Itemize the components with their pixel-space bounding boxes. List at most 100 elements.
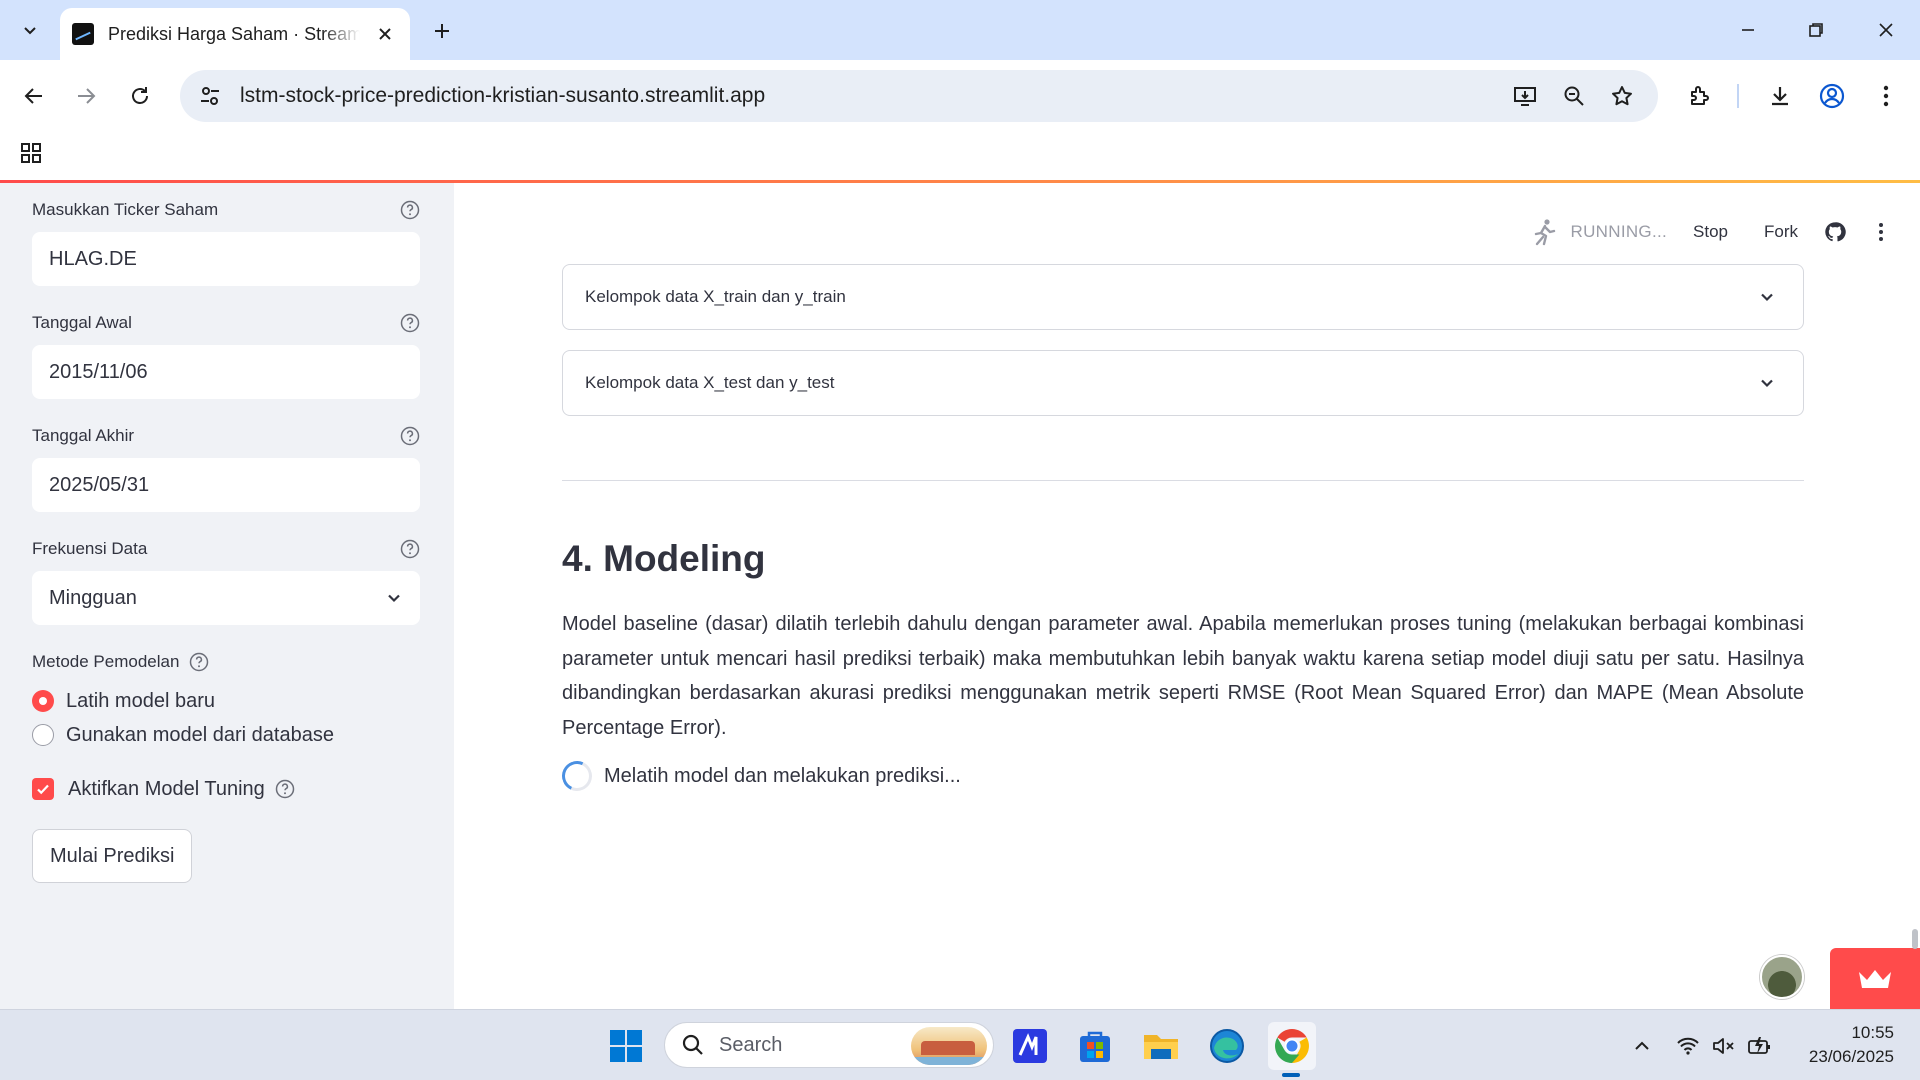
tune-icon	[201, 87, 219, 105]
method-field: Metode Pemodelan Latih model baru Gunaka…	[32, 650, 422, 752]
downloads-button[interactable]	[1760, 76, 1800, 116]
forward-button[interactable]	[66, 76, 106, 116]
battery-button[interactable]	[1746, 1032, 1774, 1060]
search-icon	[682, 1034, 703, 1055]
taskbar-app-editor[interactable]	[1006, 1022, 1054, 1070]
close-icon	[1879, 23, 1893, 37]
taskbar-app-chrome[interactable]	[1268, 1022, 1316, 1070]
chevron-down-icon	[1755, 285, 1779, 309]
tuning-checkbox[interactable]	[32, 778, 54, 800]
battery-charging-icon	[1748, 1037, 1770, 1054]
bookmark-button[interactable]	[1602, 76, 1642, 116]
site-info-button[interactable]	[188, 76, 232, 116]
clock-time: 10:55	[1851, 1023, 1894, 1042]
ticker-input[interactable]	[32, 232, 420, 286]
frequency-select[interactable]: Mingguan	[32, 571, 420, 625]
running-man-icon	[1534, 219, 1555, 246]
profile-button[interactable]	[1812, 76, 1852, 116]
star-icon	[1612, 86, 1632, 106]
frequency-selected-value: Mingguan	[49, 586, 137, 609]
install-desktop-icon	[1514, 87, 1536, 106]
store-icon	[1080, 1031, 1110, 1062]
end-date-input[interactable]	[32, 458, 420, 512]
address-bar[interactable]: lstm-stock-price-prediction-kristian-sus…	[180, 70, 1658, 122]
more-vert-icon	[1879, 223, 1883, 241]
apps-grid-icon	[21, 143, 41, 163]
toolbar-separator	[1737, 84, 1739, 108]
tab-search-button[interactable]	[10, 12, 50, 48]
download-icon	[1772, 87, 1788, 106]
crown-icon	[1859, 969, 1891, 988]
ticker-label: Masukkan Ticker Saham	[32, 200, 219, 219]
back-button[interactable]	[14, 76, 54, 116]
chevron-down-icon	[24, 27, 36, 35]
browser-menu-button[interactable]	[1866, 76, 1906, 116]
radio-button[interactable]	[32, 724, 54, 746]
plus-icon	[435, 24, 449, 38]
radio-option-new-model[interactable]: Latih model baru	[32, 684, 422, 718]
browser-toolbar: lstm-stock-price-prediction-kristian-sus…	[0, 60, 1920, 128]
frequency-field: Frekuensi Data Mingguan	[32, 537, 422, 625]
close-icon	[379, 28, 391, 40]
stop-button[interactable]: Stop	[1693, 222, 1728, 242]
taskbar-clock[interactable]: 10:55 23/06/2025	[1809, 1021, 1894, 1069]
reload-icon	[132, 87, 148, 104]
install-app-button[interactable]	[1505, 76, 1545, 116]
scrollbar[interactable]	[1912, 929, 1918, 949]
active-app-indicator	[1282, 1073, 1300, 1077]
radio-label: Latih model baru	[66, 689, 215, 712]
help-icon[interactable]	[398, 311, 422, 335]
restore-icon	[1809, 23, 1823, 37]
restore-button[interactable]	[1788, 8, 1844, 52]
radio-option-database-model[interactable]: Gunakan model dari database	[32, 718, 422, 752]
start-date-input[interactable]	[32, 345, 420, 399]
start-button[interactable]	[602, 1022, 650, 1070]
radio-button-selected[interactable]	[32, 690, 54, 712]
taskbar-app-file-explorer[interactable]	[1137, 1022, 1185, 1070]
apps-button[interactable]	[14, 136, 48, 170]
help-icon[interactable]	[398, 198, 422, 222]
extensions-button[interactable]	[1680, 76, 1720, 116]
avatar[interactable]	[1760, 955, 1804, 999]
github-icon	[1825, 222, 1846, 242]
start-prediction-button[interactable]: Mulai Prediksi	[32, 829, 193, 883]
close-window-button[interactable]	[1858, 8, 1914, 52]
help-icon[interactable]	[398, 537, 422, 561]
browser-tabstrip: Prediksi Harga Saham · Streamlit	[0, 0, 1920, 60]
volume-button[interactable]	[1710, 1032, 1738, 1060]
modeling-description: Model baseline (dasar) dilatih terlebih …	[562, 613, 1804, 739]
help-icon[interactable]	[398, 424, 422, 448]
start-date-field: Tanggal Awal	[32, 311, 422, 399]
taskbar-app-edge[interactable]	[1203, 1022, 1251, 1070]
help-icon[interactable]	[187, 650, 211, 674]
minimize-button[interactable]	[1720, 8, 1776, 52]
taskbar-app-store[interactable]	[1071, 1022, 1119, 1070]
zoom-button[interactable]	[1554, 76, 1594, 116]
tuning-checkbox-row[interactable]: Aktifkan Model Tuning	[32, 772, 422, 806]
taskbar-search[interactable]: Search	[664, 1022, 994, 1068]
streamlit-favicon-icon	[72, 23, 94, 45]
github-button[interactable]	[1824, 221, 1846, 243]
new-tab-button[interactable]	[425, 14, 459, 48]
check-icon	[37, 784, 49, 795]
arrow-left-icon	[24, 88, 42, 104]
tab-close-button[interactable]	[372, 21, 398, 47]
main-menu-button[interactable]	[1878, 222, 1884, 242]
folder-icon	[1144, 1035, 1178, 1059]
spinner-icon	[557, 756, 597, 796]
search-placeholder: Search	[719, 1033, 783, 1056]
expander-train-data[interactable]: Kelompok data X_train dan y_train	[562, 264, 1804, 330]
expander-test-data[interactable]: Kelompok data X_test dan y_test	[562, 350, 1804, 416]
puzzle-icon	[1691, 86, 1709, 105]
wifi-button[interactable]	[1674, 1032, 1702, 1060]
help-icon[interactable]	[273, 777, 297, 801]
streamlit-manage-app-button[interactable]	[1830, 948, 1920, 1009]
browser-tab-active[interactable]: Prediksi Harga Saham · Streamlit	[60, 8, 410, 60]
volume-muted-icon	[1713, 1038, 1734, 1054]
method-radio-group: Latih model baru Gunakan model dari data…	[32, 684, 422, 752]
reload-button[interactable]	[120, 76, 160, 116]
show-hidden-icons-button[interactable]	[1628, 1032, 1656, 1060]
section-heading: 4. Modeling	[562, 538, 766, 579]
edge-browser-icon	[1210, 1029, 1244, 1063]
fork-button[interactable]: Fork	[1764, 222, 1798, 242]
